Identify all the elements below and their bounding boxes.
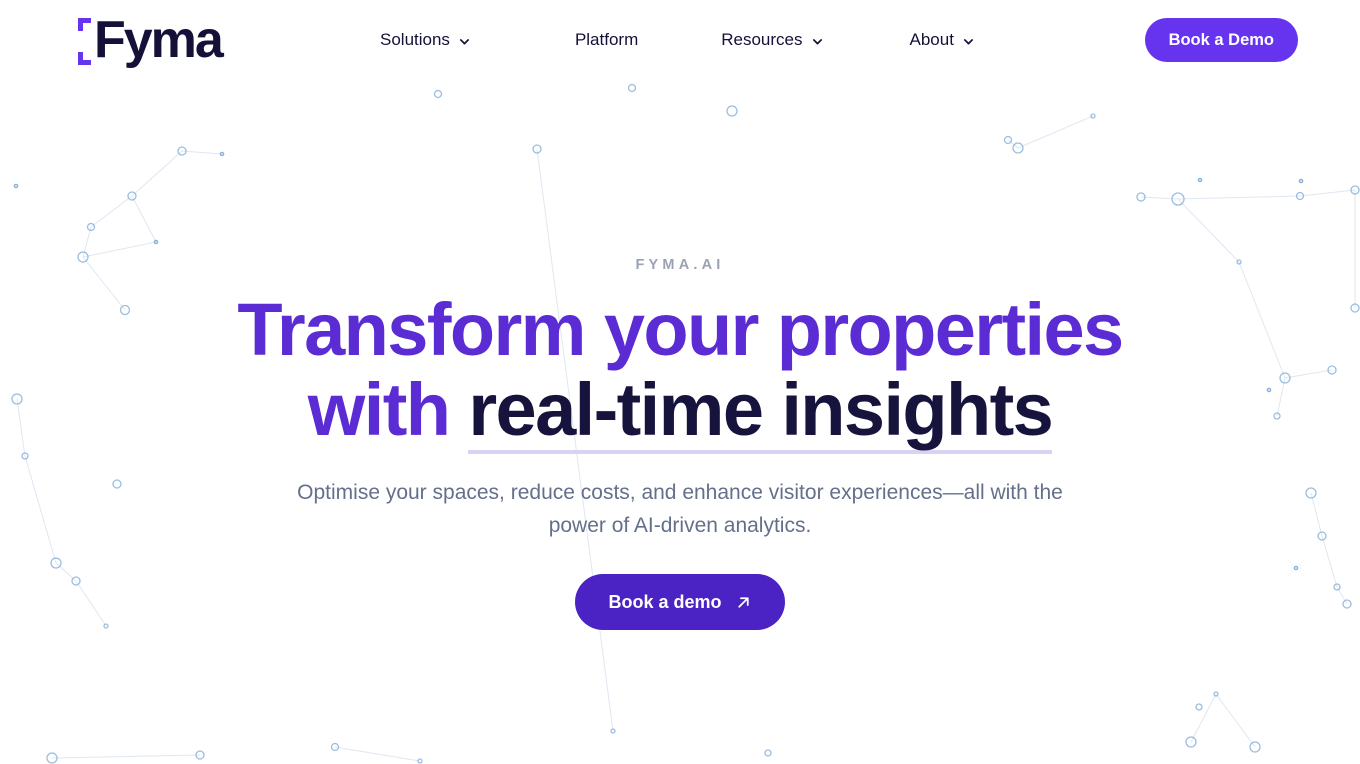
nav-item-resources[interactable]: Resources: [721, 30, 822, 50]
logo-text: Fyma: [94, 11, 224, 69]
nav-item-label: Solutions: [380, 30, 450, 49]
nav-item-label: About: [909, 30, 954, 49]
headline-line-2-underlined: real-time insights: [468, 368, 1054, 455]
chevron-down-icon: [812, 36, 823, 47]
nav-item-label: Platform: [574, 30, 639, 49]
logo-bracket-bottom-left-icon: [78, 52, 91, 65]
arrow-up-right-icon: [735, 594, 752, 611]
headline-line-1: Transform your properties: [237, 288, 1124, 371]
headline-line-2: with real-time insights: [237, 368, 1122, 455]
main-navigation: Solutions Platform Resources About: [380, 0, 974, 80]
logo-bracket-top-left-icon: [78, 18, 91, 31]
hero-subheading: Optimise your spaces, reduce costs, and …: [297, 481, 1063, 537]
hero-headline: Transform your properties with real-time…: [237, 288, 1124, 455]
chevron-down-icon: [459, 36, 470, 47]
nav-item-platform[interactable]: Platform: [575, 30, 638, 50]
chevron-down-icon: [963, 36, 974, 47]
cta-label: Book a demo: [608, 591, 722, 612]
hero-eyebrow: FYMA.AI: [635, 257, 725, 273]
page-root: Fyma Solutions Platform Resources About: [0, 0, 1360, 764]
book-a-demo-cta-button[interactable]: Book a demo: [575, 574, 785, 630]
nav-item-label: Resources: [721, 30, 803, 49]
nav-item-solutions[interactable]: Solutions: [380, 30, 470, 50]
site-header: Fyma Solutions Platform Resources About: [0, 0, 1360, 80]
hero-section: FYMA.AI Transform your properties with r…: [0, 0, 1360, 764]
headline-line-2-prefix: with: [307, 368, 469, 451]
nav-item-about[interactable]: About: [910, 30, 974, 50]
logo[interactable]: Fyma: [76, 8, 236, 72]
book-a-demo-header-button[interactable]: Book a Demo: [1144, 18, 1298, 62]
